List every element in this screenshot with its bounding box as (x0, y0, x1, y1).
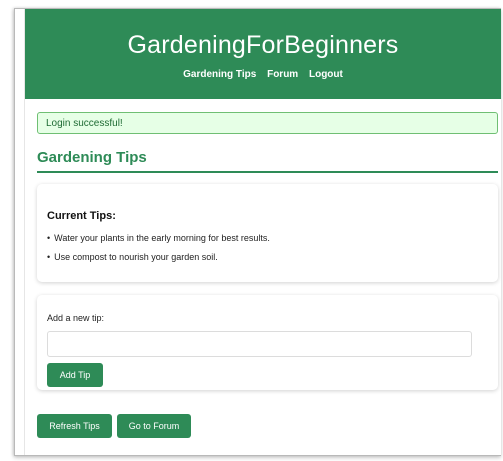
new-tip-input[interactable] (47, 331, 472, 357)
site-title: GardeningForBeginners (127, 31, 399, 59)
current-tips-heading: Current Tips: (47, 210, 116, 222)
nav-link-logout[interactable]: Logout (309, 69, 343, 80)
login-success-alert: Login successful! (37, 112, 498, 134)
browser-window: GardeningForBeginners Gardening Tips For… (14, 8, 501, 456)
refresh-tips-button[interactable]: Refresh Tips (37, 414, 112, 438)
go-to-forum-button[interactable]: Go to Forum (117, 414, 191, 438)
site-header: GardeningForBeginners Gardening Tips For… (25, 9, 501, 99)
current-tips-card: Current Tips: Water your plants in the e… (37, 184, 498, 282)
tip-item: Water your plants in the early morning f… (47, 232, 270, 251)
tips-list: Water your plants in the early morning f… (47, 232, 270, 270)
vertical-scrollbar[interactable] (15, 9, 25, 455)
add-tip-label: Add a new tip: (47, 313, 105, 323)
add-tip-card: Add a new tip: Add Tip (37, 295, 498, 390)
tip-item: Use compost to nourish your garden soil. (47, 251, 270, 270)
page-title: Gardening Tips (37, 149, 147, 166)
nav-link-forum[interactable]: Forum (267, 69, 298, 80)
nav-link-gardening-tips[interactable]: Gardening Tips (183, 69, 256, 80)
main-nav: Gardening Tips Forum Logout (25, 69, 501, 80)
add-tip-button[interactable]: Add Tip (47, 363, 103, 387)
page-content: GardeningForBeginners Gardening Tips For… (25, 9, 501, 455)
title-divider (37, 171, 498, 173)
